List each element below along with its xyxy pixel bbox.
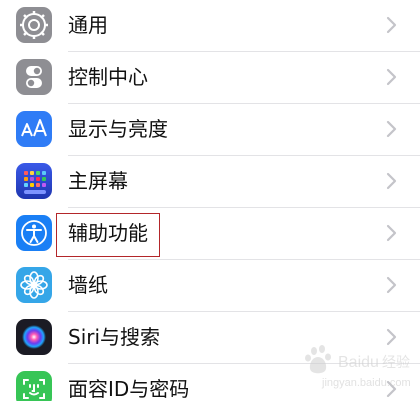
chevron-right-icon	[386, 120, 398, 138]
settings-item-label: 墙纸	[68, 273, 108, 297]
settings-item-label: 主屏幕	[68, 169, 128, 193]
gear-icon	[16, 7, 52, 43]
settings-item-display-brightness[interactable]: 显示与亮度	[0, 104, 420, 156]
settings-item-control-center[interactable]: 控制中心	[0, 52, 420, 104]
chevron-right-icon	[386, 68, 398, 86]
settings-item-label: 通用	[68, 13, 108, 37]
highlight-box	[56, 213, 160, 257]
chevron-right-icon	[386, 276, 398, 294]
settings-item-label: Siri与搜索	[68, 325, 161, 349]
accessibility-person-icon	[16, 215, 52, 251]
settings-item-wallpaper[interactable]: 墙纸	[0, 260, 420, 312]
face-id-icon	[16, 371, 52, 401]
siri-orb-icon	[16, 319, 52, 355]
baidu-watermark-logo: Baidu 经验 jingyan.baidu.com	[300, 343, 411, 393]
home-screen-grid-icon	[16, 163, 52, 199]
watermark-url: jingyan.baidu.com	[322, 377, 411, 389]
settings-item-label: 面容ID与密码	[68, 377, 190, 401]
settings-item-home-screen[interactable]: 主屏幕	[0, 156, 420, 208]
settings-item-label: 控制中心	[68, 65, 148, 89]
chevron-right-icon	[386, 172, 398, 190]
settings-item-general[interactable]: 通用	[0, 0, 420, 52]
flower-icon	[16, 267, 52, 303]
settings-item-label: 显示与亮度	[68, 117, 168, 141]
chevron-right-icon	[386, 16, 398, 34]
settings-screen: 通用 控制中心 显示与亮度 主屏幕 辅助功能 墙纸 Siri与搜索 面容ID与密…	[0, 0, 420, 401]
chevron-right-icon	[386, 224, 398, 242]
svg-text:Baidu: Baidu	[338, 354, 379, 371]
svg-text:经验: 经验	[382, 355, 410, 371]
text-size-aa-icon	[16, 111, 52, 147]
toggles-icon	[16, 59, 52, 95]
